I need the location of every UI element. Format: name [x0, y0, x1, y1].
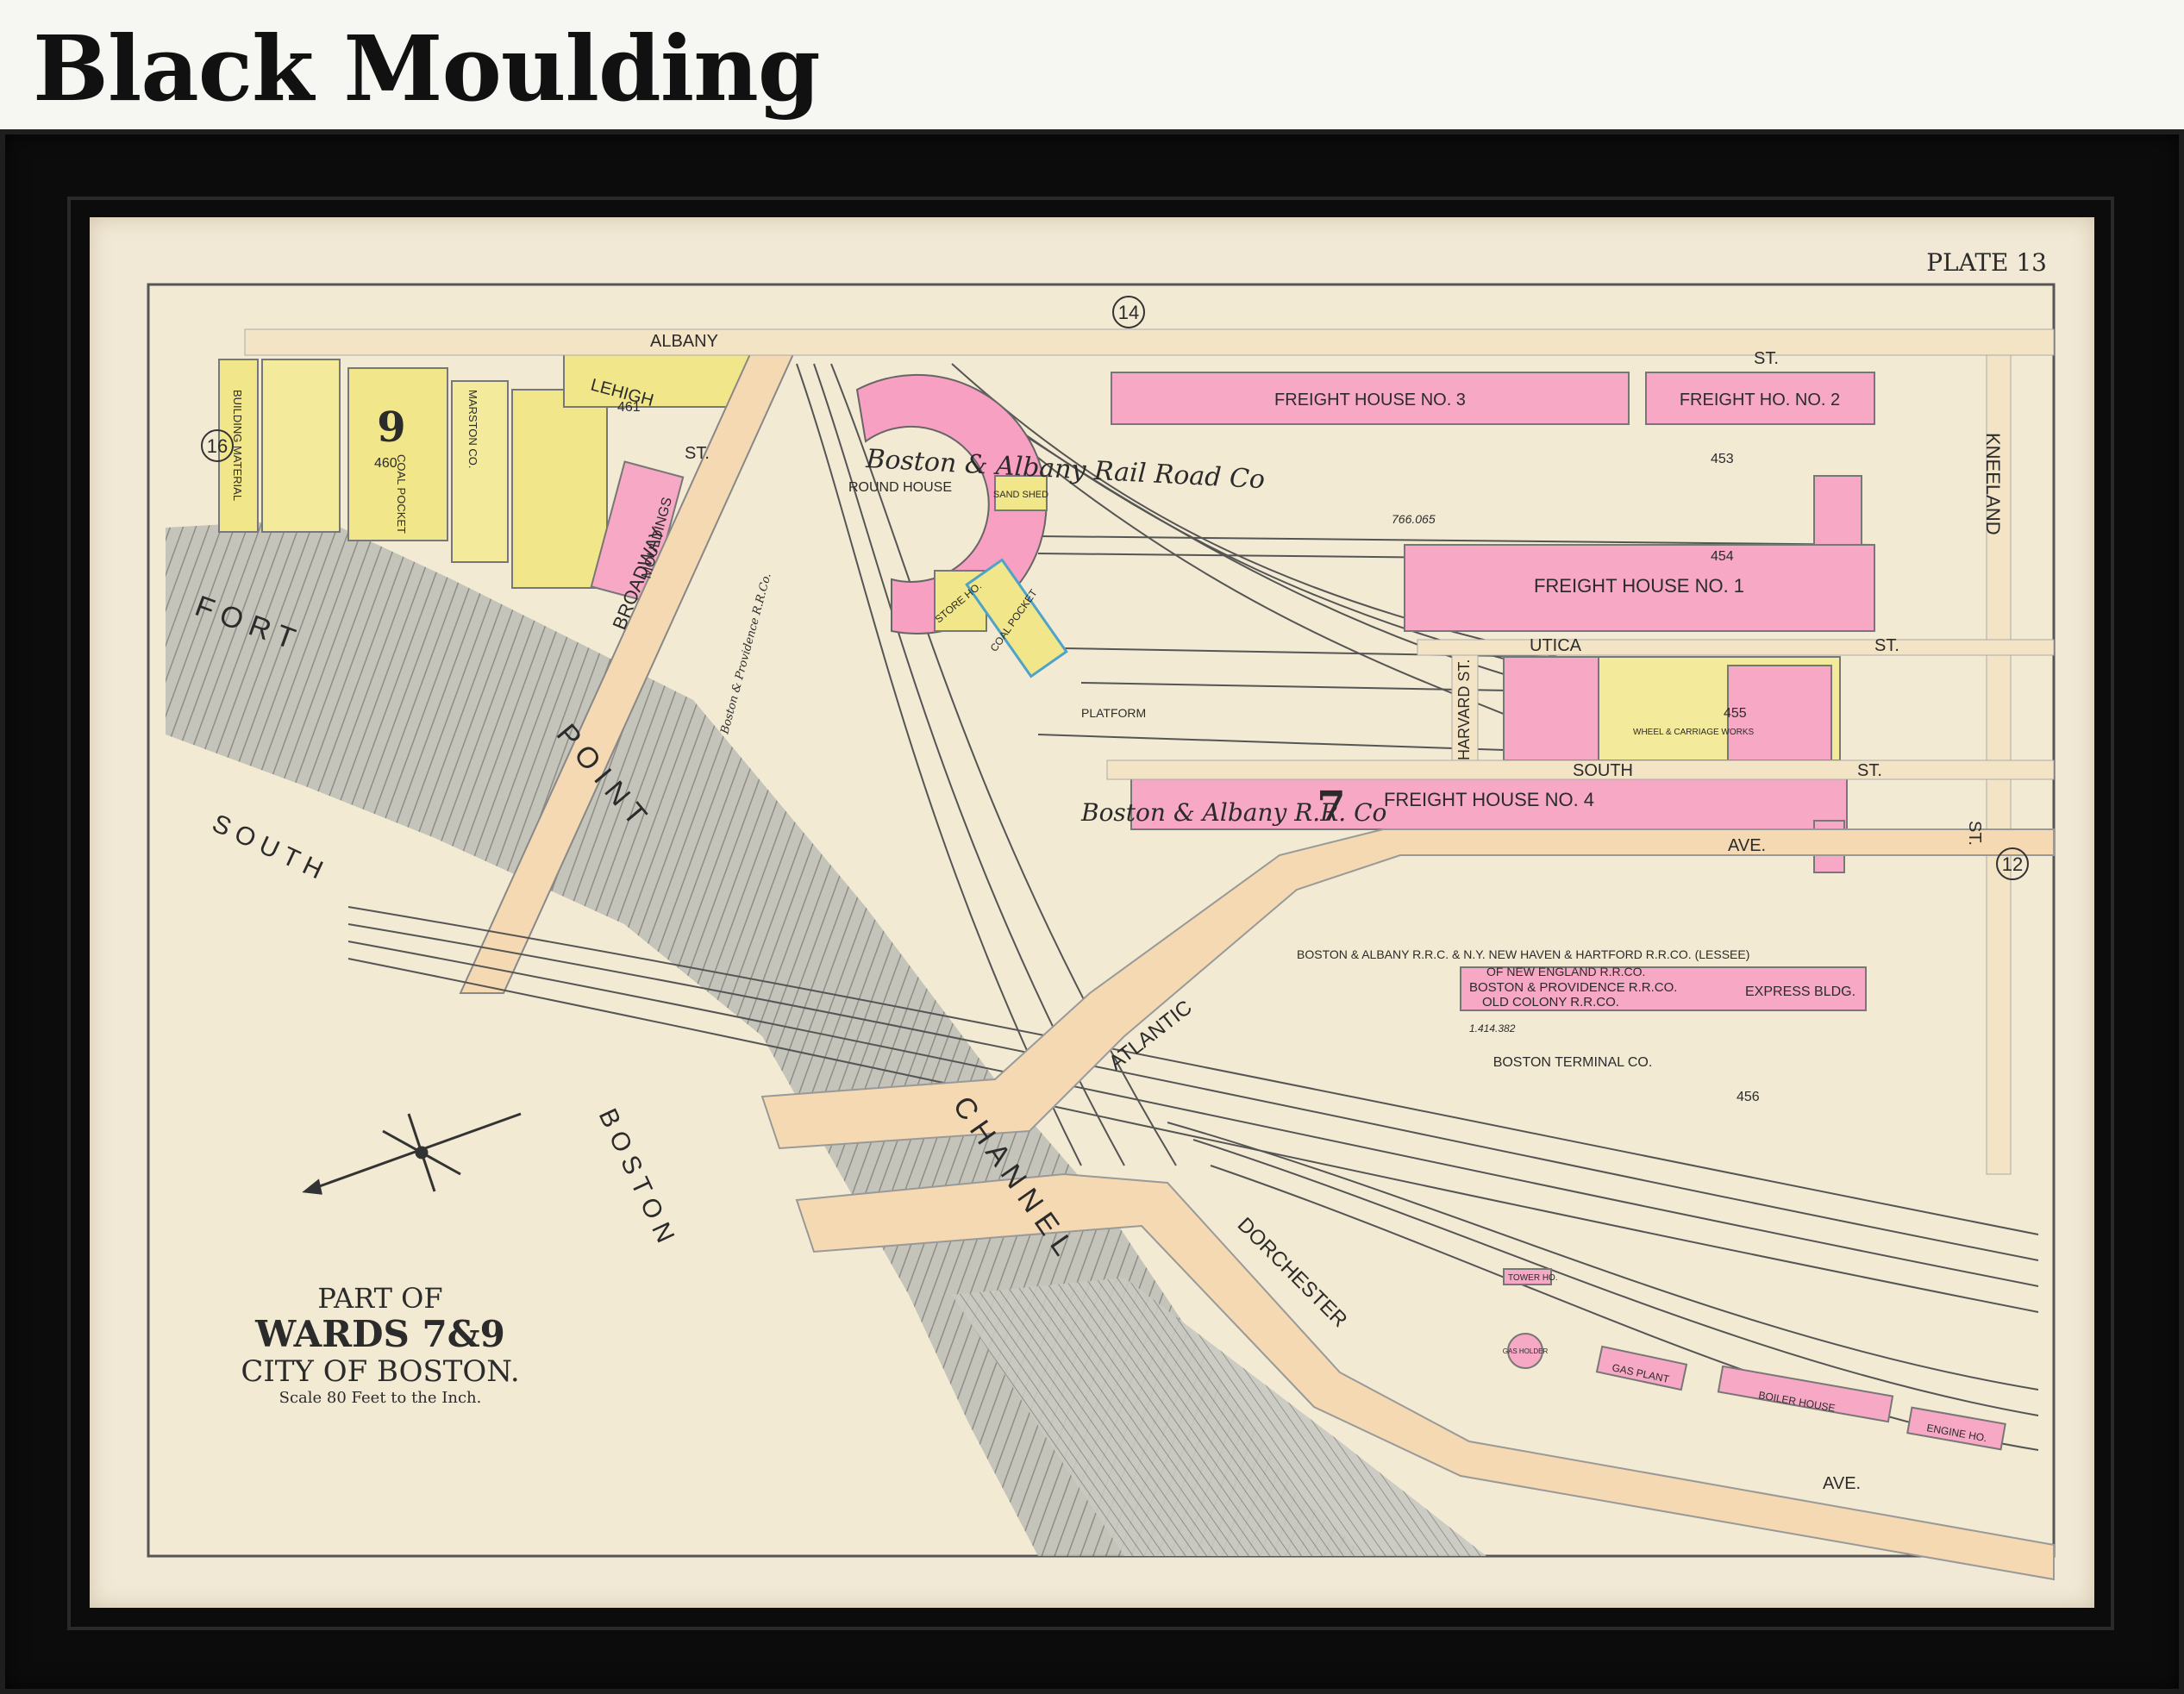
num-453: 453	[1711, 452, 1734, 466]
label-lessee1: BOSTON & ALBANY R.R.C. & N.Y. NEW HAVEN …	[1297, 947, 1749, 961]
label-fh2: FREIGHT HO. NO. 2	[1680, 391, 1840, 409]
label-bp: BOSTON & PROVIDENCE R.R.CO.	[1469, 980, 1677, 995]
num-461: 461	[617, 400, 641, 415]
label-ave: AVE.	[1728, 836, 1766, 855]
label-dorchester-ave: AVE.	[1823, 1474, 1861, 1493]
label-albany: ALBANY	[650, 332, 718, 351]
ward-number-9: 9	[377, 403, 405, 452]
title-line2: WARDS 7&9	[254, 1313, 505, 1355]
label-tower: TOWER HO.	[1508, 1273, 1558, 1283]
num-460: 460	[374, 456, 397, 471]
ward-number-7: 7	[1317, 783, 1345, 831]
label-utica-st: ST.	[1874, 636, 1899, 655]
albany-street	[244, 328, 2055, 356]
label-express: EXPRESS BLDG.	[1745, 985, 1855, 999]
label-roundhouse: ROUND HOUSE	[848, 480, 952, 495]
page-heading: Black Moulding	[33, 16, 821, 122]
map-image: PLATE 13 PART OF WARDS 7&9 CITY OF BOSTO…	[147, 248, 2056, 1581]
ward-circle-12: 12	[2002, 853, 2023, 875]
label-fh3: FREIGHT HOUSE NO. 3	[1274, 391, 1466, 409]
utica-street	[1417, 639, 2055, 656]
label-fh1: FREIGHT HOUSE NO. 1	[1534, 575, 1744, 597]
title-line3: CITY OF BOSTON.	[241, 1354, 519, 1389]
title-line1: PART OF	[317, 1282, 442, 1315]
label-kneeland: KNEELAND	[1982, 433, 2004, 535]
label-st-east: ST.	[1965, 821, 1984, 846]
num-454: 454	[1711, 549, 1734, 564]
label-terminal: BOSTON TERMINAL CO.	[1493, 1055, 1653, 1070]
label-oc: OLD COLONY R.R.CO.	[1482, 995, 1619, 1010]
label-lessee2: OF NEW ENGLAND R.R.CO.	[1486, 965, 1645, 978]
label-sand-shed: SAND SHED	[993, 490, 1048, 500]
label-platform: PLATFORM	[1081, 706, 1146, 720]
num-456: 456	[1737, 1090, 1760, 1104]
label-south-st: ST.	[1857, 761, 1882, 780]
label-wheel-works: WHEEL & CARRIAGE WORKS	[1633, 728, 1755, 737]
label-building-material: BUILDING MATERIAL	[231, 390, 244, 501]
label-gas-holder: GAS HOLDER	[1503, 1347, 1549, 1355]
label-lehigh-st: ST.	[685, 444, 710, 463]
num-area1: 766.065	[1392, 512, 1436, 526]
ward-circle-16: 16	[207, 435, 228, 457]
label-fh4: FREIGHT HOUSE NO. 4	[1384, 789, 1594, 810]
label-harvard: HARVARD ST.	[1455, 659, 1473, 760]
label-utica: UTICA	[1530, 636, 1582, 655]
label-albany-st: ST.	[1754, 349, 1779, 368]
title-scale: Scale 80 Feet to the Inch.	[279, 1389, 482, 1407]
plate-label: PLATE 13	[1926, 248, 2047, 277]
num-455: 455	[1724, 706, 1747, 721]
ward-circle-14: 14	[1118, 302, 1139, 323]
label-south: SOUTH	[1573, 761, 1633, 780]
num-area2: 1.414.382	[1469, 1022, 1516, 1035]
label-marston: MARSTON CO.	[466, 390, 479, 469]
